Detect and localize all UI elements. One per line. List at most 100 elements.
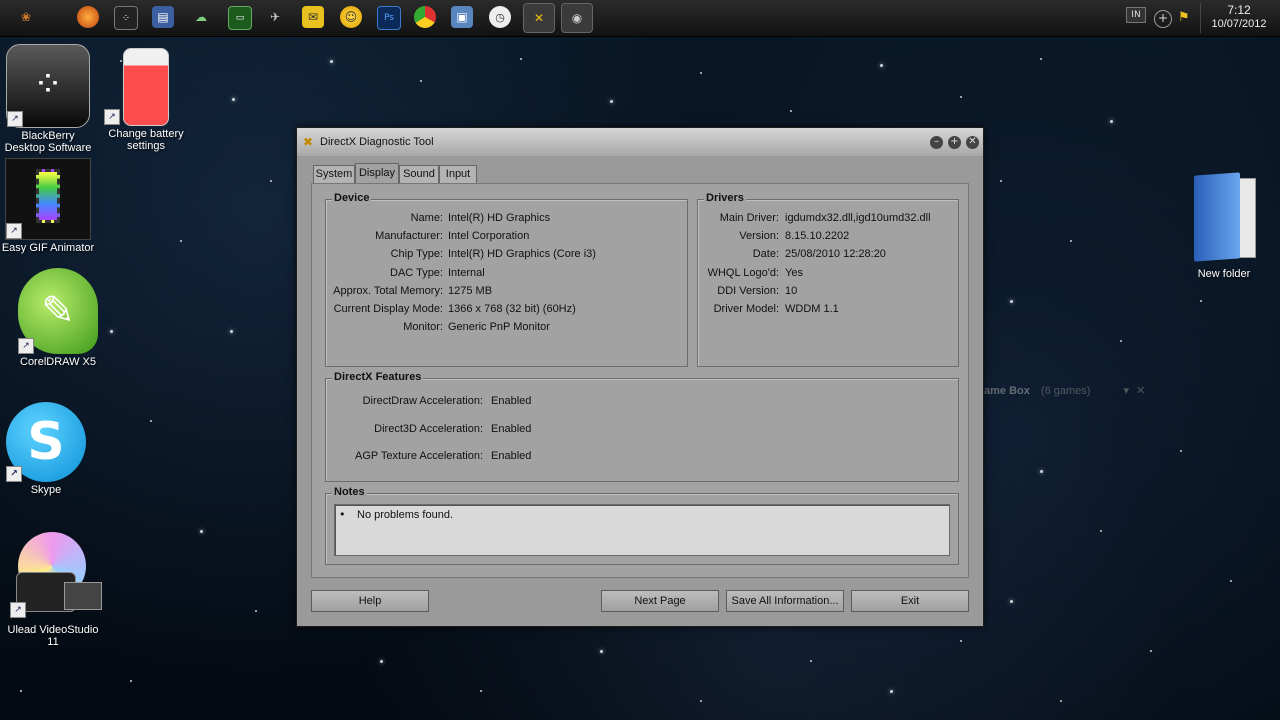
device-label: Approx. Total Memory: [333, 285, 443, 297]
tab-sound[interactable]: Sound [399, 165, 439, 183]
game-box-gadget[interactable]: ame Box (6 games) ▾ ✕ [984, 384, 1145, 397]
cloud-icon[interactable]: ☁ [190, 6, 212, 28]
clock[interactable]: 7:12 10/07/2012 [1200, 3, 1277, 33]
add-icon[interactable]: + [1154, 10, 1172, 28]
driver-row: DDI Version: 10 [698, 285, 958, 299]
help-button[interactable]: Help [311, 590, 429, 612]
game-box-count: (6 games) [1040, 385, 1091, 397]
close-button[interactable]: ✕ [966, 136, 979, 149]
device-label: Name: [410, 212, 443, 224]
language-indicator[interactable]: IN [1126, 7, 1146, 23]
messenger-icon[interactable]: ☺ [340, 6, 362, 28]
device-row: Name: Intel(R) HD Graphics [326, 212, 687, 226]
device-value: Internal [448, 267, 485, 279]
display-tab-panel: Device Name: Intel(R) HD Graphics Manufa… [311, 183, 969, 578]
film-icon: ↗ [5, 158, 91, 240]
device-row: Chip Type: Intel(R) HD Graphics (Core i3… [326, 248, 687, 262]
bullet-icon: • [339, 508, 346, 521]
tab-display[interactable]: Display [355, 163, 399, 184]
notes-group-title: Notes [332, 486, 367, 498]
mail-icon[interactable]: ✉ [302, 6, 324, 28]
device-label: Manufacturer: [375, 230, 443, 242]
desktop-icon-label: BlackBerry Desktop Software [4, 130, 92, 154]
feature-label: Direct3D Acceleration: [374, 423, 483, 435]
finder-icon[interactable]: ▣ [451, 6, 473, 28]
windows-explorer-icon[interactable]: ▤ [152, 6, 174, 28]
device-label: DAC Type: [390, 267, 443, 279]
device-value: Intel(R) HD Graphics (Core i3) [448, 248, 596, 260]
driver-label: WHQL Logo'd: [707, 267, 779, 279]
directx-features-group: DirectX Features DirectDraw Acceleration… [325, 371, 959, 482]
notes-group: Notes • No problems found. [325, 486, 959, 565]
tab-system[interactable]: System [313, 165, 355, 183]
driver-value: igdumdx32.dll,igd10umd32.dll [785, 212, 931, 224]
device-label: Chip Type: [390, 248, 443, 260]
desktop-icon-videostudio[interactable]: ↗ Ulead VideoStudio 11 [5, 532, 102, 648]
device-value: Intel(R) HD Graphics [448, 212, 551, 224]
firefox-icon[interactable] [77, 6, 99, 28]
driver-value: WDDM 1.1 [785, 303, 839, 315]
start-icon[interactable]: ❀ [15, 6, 37, 28]
directx-icon[interactable]: ✕ [523, 3, 555, 33]
tab-input[interactable]: Input [439, 165, 477, 183]
desktop-icon-new-folder[interactable]: New folder [1176, 172, 1272, 280]
desktop-icon-label: CorelDRAW X5 [20, 356, 96, 368]
shortcut-arrow-icon: ↗ [104, 109, 120, 125]
directx-icon: ✖ [303, 135, 314, 149]
save-all-information-button[interactable]: Save All Information... [726, 590, 844, 612]
driver-row: Version: 8.15.10.2202 [698, 230, 958, 244]
coreldraw-icon: ✎ ↗ [18, 268, 98, 354]
drivers-group: Drivers Main Driver: igdumdx32.dll,igd10… [697, 192, 959, 367]
desktop-icon-battery[interactable]: ↗ Change battery settings [98, 48, 194, 152]
feature-label: DirectDraw Acceleration: [362, 395, 483, 407]
dropdown-icon[interactable]: ▾ [1124, 385, 1130, 397]
video-camera-icon: ↗ [10, 532, 102, 618]
directx-diagnostic-window: ✖ DirectX Diagnostic Tool – + ✕ System D… [296, 127, 984, 627]
chrome-icon[interactable] [414, 6, 436, 28]
shortcut-arrow-icon: ↗ [6, 223, 22, 239]
driver-row: Main Driver: igdumdx32.dll,igd10umd32.dl… [698, 212, 958, 226]
display-icon[interactable]: ▭ [228, 6, 252, 30]
window-title: DirectX Diagnostic Tool [320, 136, 434, 148]
driver-value: 10 [785, 285, 798, 297]
note-item: No problems found. [357, 509, 453, 521]
blackberry-icon: ⁘ ↗ [6, 44, 90, 128]
driver-row: Driver Model: WDDM 1.1 [698, 303, 958, 317]
drivers-group-title: Drivers [704, 192, 746, 204]
warning-flag-icon[interactable]: ⚑ [1178, 10, 1190, 25]
desktop-icon-coreldraw[interactable]: ✎ ↗ CorelDRAW X5 [10, 268, 106, 368]
driver-value: 25/08/2010 12:28:20 [785, 248, 886, 260]
device-value: 1275 MB [448, 285, 493, 297]
photoshop-icon[interactable]: Ps [377, 6, 401, 30]
device-row: Current Display Mode: 1366 x 768 (32 bit… [326, 303, 687, 317]
close-icon[interactable]: ✕ [1136, 385, 1145, 397]
desktop-icon-label: Easy GIF Animator [1, 242, 95, 254]
device-row: DAC Type: Internal [326, 267, 687, 281]
next-page-button[interactable]: Next Page [601, 590, 719, 612]
desktop-icon-blackberry[interactable]: ⁘ ↗ BlackBerry Desktop Software [0, 44, 96, 154]
tool-icon[interactable]: ✈ [264, 6, 286, 28]
minimize-button[interactable]: – [930, 136, 943, 149]
device-group-title: Device [332, 192, 372, 204]
skype-icon: S ↗ [6, 402, 86, 482]
blackberry-icon[interactable]: ⁘ [114, 6, 138, 30]
device-label: Monitor: [403, 321, 443, 333]
device-value: Intel Corporation [448, 230, 530, 242]
driver-label: Main Driver: [719, 212, 779, 224]
desktop-icon-gif-animator[interactable]: ↗ Easy GIF Animator [0, 158, 96, 254]
battery-icon: ↗ [104, 48, 169, 126]
exit-button[interactable]: Exit [851, 590, 969, 612]
driver-label: Driver Model: [713, 303, 779, 315]
clock-icon[interactable]: ◷ [489, 6, 511, 28]
device-label: Current Display Mode: [333, 303, 443, 315]
feature-value: Enabled [491, 450, 532, 462]
desktop-icon-skype[interactable]: S ↗ Skype [0, 402, 94, 496]
notes-list[interactable]: • No problems found. [334, 504, 950, 556]
camera-icon[interactable]: ◉ [561, 3, 593, 33]
folder-icon [1192, 172, 1256, 262]
taskbar: ❀ ⁘ ▤ ☁ ▭ ✈ ✉ ☺ Ps ▣ ◷ ✕ ◉ IN + ⚑ 7:12 1… [0, 0, 1280, 37]
device-value: 1366 x 768 (32 bit) (60Hz) [448, 303, 576, 315]
game-box-title: ame Box [984, 385, 1030, 397]
title-bar[interactable]: ✖ DirectX Diagnostic Tool – + ✕ [297, 128, 983, 156]
maximize-button[interactable]: + [948, 136, 961, 149]
